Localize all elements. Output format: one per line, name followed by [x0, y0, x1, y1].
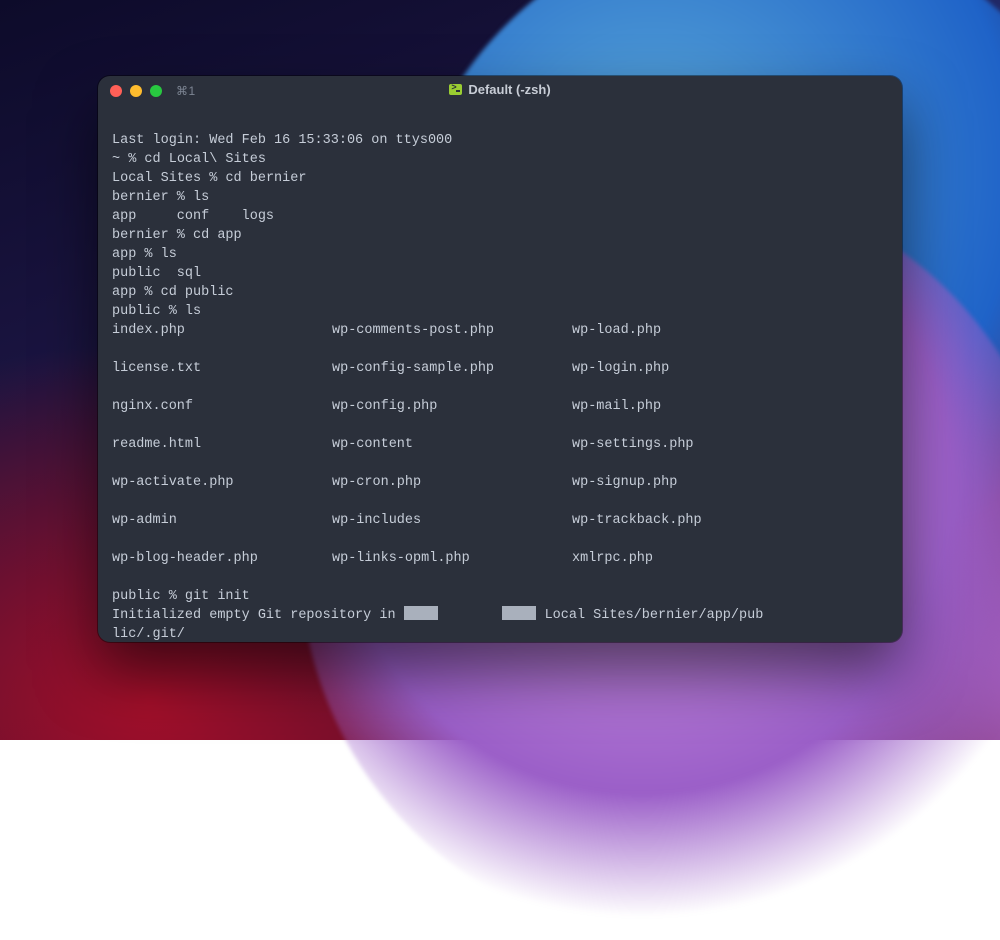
redacted-block	[502, 606, 536, 620]
window-title: Default (-zsh)	[468, 82, 550, 97]
ls-output-row: index.phpwp-comments-post.phpwp-load.php	[112, 321, 888, 340]
ls-output: public sql	[112, 266, 201, 281]
minimize-icon[interactable]	[130, 85, 142, 97]
redacted-block	[404, 606, 438, 620]
ls-output-row: wp-adminwp-includeswp-trackback.php	[112, 511, 888, 530]
titlebar[interactable]: ⌘1 Default (-zsh)	[98, 76, 902, 106]
prompt-line: app % ls	[112, 247, 177, 262]
last-login-line: Last login: Wed Feb 16 15:33:06 on ttys0…	[112, 133, 452, 148]
zoom-icon[interactable]	[150, 85, 162, 97]
git-init-output: lic/.git/	[112, 627, 185, 642]
git-init-output: Initialized empty Git repository in Loca…	[112, 608, 763, 623]
close-icon[interactable]	[110, 85, 122, 97]
prompt-line: public % git init	[112, 589, 250, 604]
ls-output-row: license.txtwp-config-sample.phpwp-login.…	[112, 359, 888, 378]
prompt-line: bernier % cd app	[112, 228, 242, 243]
terminal-window: ⌘1 Default (-zsh) Last login: Wed Feb 16…	[98, 76, 902, 642]
prompt-line: ~ % cd Local\ Sites	[112, 152, 266, 167]
prompt-line: Local Sites % cd bernier	[112, 171, 306, 186]
ls-output-row: wp-activate.phpwp-cron.phpwp-signup.php	[112, 473, 888, 492]
ls-output-row: nginx.confwp-config.phpwp-mail.php	[112, 397, 888, 416]
ls-output-row: wp-blog-header.phpwp-links-opml.phpxmlrp…	[112, 549, 888, 568]
ls-output-row: readme.htmlwp-contentwp-settings.php	[112, 435, 888, 454]
tab-shortcut-hint: ⌘1	[176, 84, 196, 98]
prompt-line: bernier % ls	[112, 190, 209, 205]
traffic-lights	[110, 85, 162, 97]
prompt-line: app % cd public	[112, 285, 234, 300]
terminal-output[interactable]: Last login: Wed Feb 16 15:33:06 on ttys0…	[98, 106, 902, 642]
ls-output: app conf logs	[112, 209, 274, 224]
prompt-line: public % ls	[112, 304, 201, 319]
terminal-icon	[449, 84, 462, 95]
